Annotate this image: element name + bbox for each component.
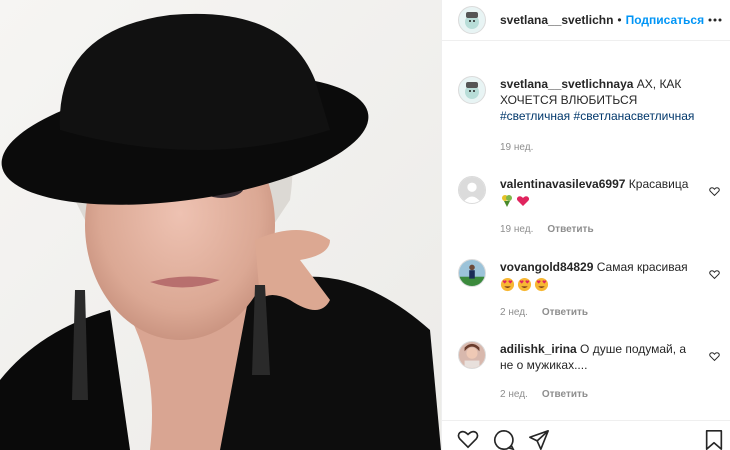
reply-button[interactable]: Ответить bbox=[547, 224, 593, 235]
comment-like-heart-icon[interactable] bbox=[709, 349, 720, 367]
commenter-avatar[interactable] bbox=[458, 341, 486, 369]
follow-button[interactable]: Подписаться bbox=[626, 13, 704, 27]
comment-icon[interactable] bbox=[493, 429, 515, 450]
comment-body: adilishk_irina О душе подумай, а не о му… bbox=[500, 341, 700, 373]
comment-emoji-row bbox=[500, 194, 700, 208]
heart-eyes-emoji-icon bbox=[517, 277, 532, 292]
comment-text: Самая красивая bbox=[596, 260, 688, 274]
bouquet-icon bbox=[502, 195, 512, 207]
reply-button[interactable]: Ответить bbox=[542, 307, 588, 318]
comment-emoji-row bbox=[500, 277, 700, 292]
default-user-icon bbox=[459, 177, 485, 203]
author-username[interactable]: svetlana__svetlichn bbox=[500, 13, 613, 27]
cartoon-avatar-icon bbox=[465, 82, 479, 99]
comment-body: valentinavasileva6997 Красавица bbox=[500, 176, 700, 208]
comment-text: Красавица bbox=[628, 177, 689, 191]
comment-timestamp[interactable]: 19 нед. bbox=[500, 224, 533, 235]
more-icon[interactable] bbox=[707, 12, 723, 33]
post-photo[interactable] bbox=[0, 0, 441, 450]
commenter-avatar[interactable] bbox=[458, 259, 486, 287]
comment-like-heart-icon[interactable] bbox=[709, 184, 720, 202]
cartoon-avatar-icon bbox=[465, 12, 479, 29]
portrait-image bbox=[0, 0, 441, 450]
share-icon[interactable] bbox=[528, 429, 550, 450]
hashtag-link[interactable]: #светличная bbox=[500, 109, 570, 123]
post-action-bar bbox=[442, 420, 730, 450]
caption-meta: 19 нед. bbox=[500, 142, 533, 153]
commenter-username[interactable]: valentinavasileva6997 bbox=[500, 177, 625, 191]
post-header: svetlana__svetlichn • Подписаться bbox=[442, 0, 730, 41]
comment-meta: 19 нед. Ответить bbox=[500, 224, 594, 235]
separator-dot: • bbox=[617, 13, 622, 27]
caption-body: svetlana__svetlichnaya АХ, КАК ХОЧЕТСЯ В… bbox=[500, 76, 700, 124]
comment-meta: 2 нед. Ответить bbox=[500, 307, 588, 318]
heart-eyes-emoji-icon bbox=[500, 277, 515, 292]
comment-timestamp[interactable]: 2 нед. bbox=[500, 307, 528, 318]
hashtag-link[interactable]: #светланасветличная bbox=[574, 109, 695, 123]
comment-timestamp[interactable]: 2 нед. bbox=[500, 389, 528, 400]
comment-body: vovangold84829 Самая красивая bbox=[500, 259, 700, 292]
comment-like-heart-icon[interactable] bbox=[709, 267, 720, 285]
heart-eyes-emoji-icon bbox=[534, 277, 549, 292]
commenter-username[interactable]: adilishk_irina bbox=[500, 342, 577, 356]
caption-username[interactable]: svetlana__svetlichnaya bbox=[500, 77, 633, 91]
comment-meta: 2 нед. Ответить bbox=[500, 389, 588, 400]
reply-button[interactable]: Ответить bbox=[542, 389, 588, 400]
commenter-avatar[interactable] bbox=[458, 176, 486, 204]
person-photo-avatar-icon bbox=[459, 342, 485, 368]
red-heart-icon bbox=[516, 196, 530, 206]
caption-avatar[interactable] bbox=[458, 76, 486, 104]
author-avatar[interactable] bbox=[458, 6, 486, 34]
caption-timestamp[interactable]: 19 нед. bbox=[500, 142, 533, 153]
bookmark-icon[interactable] bbox=[704, 429, 724, 450]
heart-icon[interactable] bbox=[457, 429, 479, 450]
soccer-player-avatar-icon bbox=[459, 260, 485, 286]
commenter-username[interactable]: vovangold84829 bbox=[500, 260, 593, 274]
post-side-panel: svetlana__svetlichn • Подписаться svetla… bbox=[441, 0, 730, 450]
